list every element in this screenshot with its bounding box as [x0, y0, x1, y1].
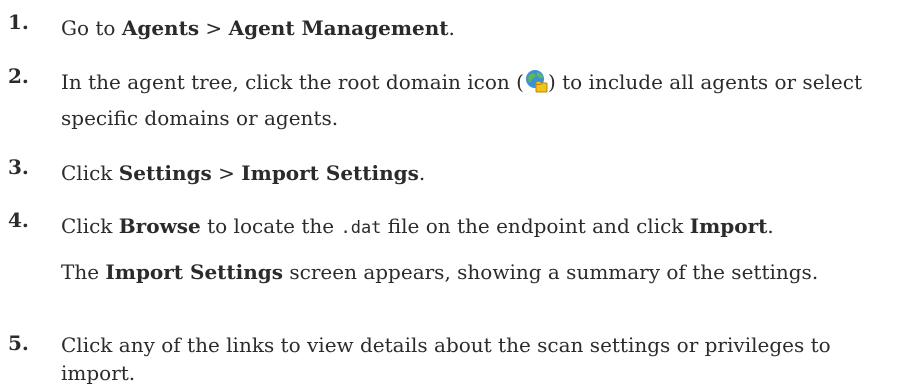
button-import: Import — [689, 214, 768, 238]
step-text: Go to Agents > Agent Management. — [61, 10, 911, 46]
text-fragment: The — [61, 260, 106, 284]
step-text: Click Settings > Import Settings. — [61, 155, 911, 191]
step-text: Click any of the links to view details a… — [61, 333, 831, 385]
text-fragment: file on the endpoint and click — [381, 214, 690, 238]
root-domain-icon — [524, 68, 548, 93]
step-4-note: The Import Settings screen appears, show… — [61, 257, 911, 287]
step-number: 4. — [8, 208, 29, 232]
menu-settings: Settings — [118, 161, 212, 185]
file-extension-code: .dat — [340, 218, 382, 238]
text-fragment: Click — [61, 161, 119, 185]
procedure-document: 1. Go to Agents > Agent Management. 2. I… — [0, 0, 917, 388]
text-fragment: . — [767, 214, 774, 238]
menu-import-settings: Import Settings — [241, 161, 419, 185]
text-fragment: > — [211, 161, 242, 185]
text-fragment: Click — [61, 214, 119, 238]
text-fragment: > — [199, 16, 229, 40]
text-fragment: . — [448, 16, 455, 40]
step-number: 5. — [8, 331, 29, 355]
button-browse: Browse — [118, 214, 201, 238]
text-fragment: Go to — [61, 16, 122, 40]
menu-agents: Agents — [121, 16, 200, 40]
step-number: 3. — [8, 155, 29, 179]
step-text: Click Browse to locate the .dat file on … — [61, 208, 911, 246]
step-text: In the agent tree, click the root domain… — [61, 64, 911, 136]
text-fragment: In the agent tree, click the root domain… — [61, 70, 524, 94]
step-number: 2. — [8, 64, 29, 88]
step-number: 1. — [8, 10, 29, 34]
screen-import-settings: Import Settings — [105, 260, 284, 284]
text-fragment: . — [418, 161, 426, 185]
menu-agent-management: Agent Management — [228, 16, 449, 40]
text-fragment: to locate the — [200, 214, 341, 238]
text-fragment: screen appears, showing a summary of the… — [283, 260, 819, 284]
